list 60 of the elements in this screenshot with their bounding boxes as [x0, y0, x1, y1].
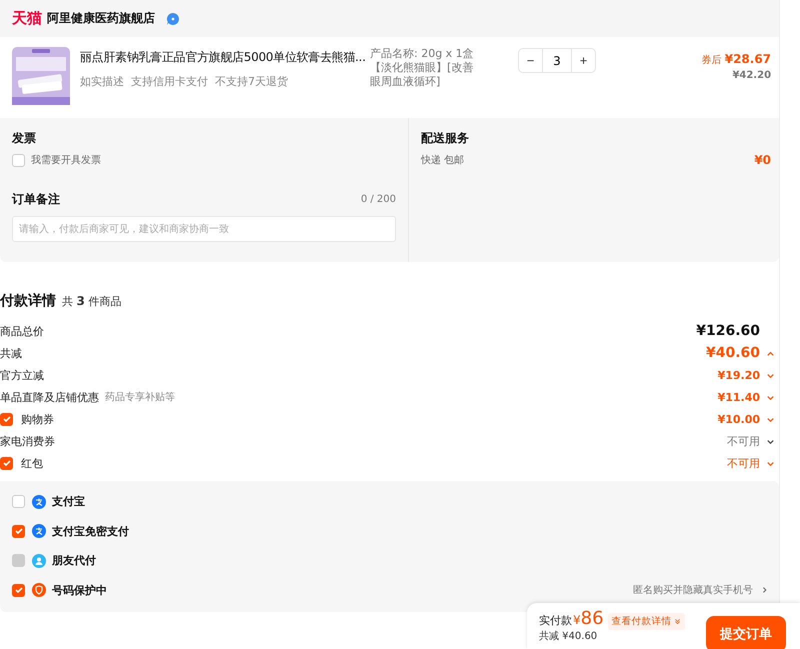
store-name[interactable]: 阿里健康医药旗舰店 — [47, 10, 155, 27]
section-title: 发票 — [12, 130, 37, 147]
check-icon — [14, 585, 24, 596]
person-icon — [32, 554, 46, 568]
alipay-icon — [32, 524, 46, 538]
row-note: 药品专享补贴等 — [105, 390, 175, 404]
checkbox[interactable] — [12, 524, 25, 538]
row-value: ¥11.40 — [718, 390, 760, 404]
row-label: 家电消费券 — [0, 434, 55, 448]
chevron-down-icon — [674, 618, 681, 625]
item-count: 共 3 件商品 — [62, 294, 122, 309]
currency-sign: ¥ — [573, 612, 581, 629]
checkbox-label: 我需要开具发票 — [31, 154, 101, 167]
row-value: ¥19.20 — [718, 368, 760, 382]
row-value: ¥126.60 — [696, 323, 760, 339]
coupon-label: 券后 — [702, 54, 722, 67]
option-hint: 匿名购买并隐藏真实手机号 — [633, 584, 754, 598]
total-amount: 86 — [580, 607, 604, 631]
saved-amount: 共减 ¥40.60 — [539, 631, 598, 643]
chat-bubble-icon[interactable] — [166, 12, 180, 26]
row-label: 共减 — [0, 346, 22, 360]
section-title: 订单备注 — [12, 191, 60, 208]
payment-option-label: 支付宝 — [52, 494, 85, 510]
checkbox[interactable] — [0, 456, 13, 470]
service-tag: 支持信用卡支付 — [131, 74, 208, 89]
original-price: ¥42.20 — [732, 70, 772, 81]
row-label: 购物券 — [21, 412, 54, 426]
check-icon — [2, 414, 12, 424]
delivery-fee: ¥0 — [754, 153, 772, 167]
payment-option-label: 朋友代付 — [52, 553, 96, 568]
payment-option-label: 号码保护中 — [52, 582, 107, 598]
product-title[interactable]: 丽点肝素钠乳膏正品官方旗舰店5000单位软膏去熊猫... — [80, 49, 370, 66]
row-value: ¥40.60 — [706, 345, 760, 361]
row-value: ¥10.00 — [718, 412, 760, 426]
row-value: 不可用 — [727, 456, 760, 470]
alipay-icon — [32, 494, 46, 509]
checkbox[interactable] — [12, 495, 25, 508]
product-spec: 产品名称: 20g x 1盒【淡化熊猫眼】[改善眼周血液循环] — [370, 47, 475, 89]
note-input-field[interactable]: 请输入，付款后商家可见，建议和商家协商一致 — [12, 216, 396, 242]
check-icon — [14, 526, 24, 536]
shield-phone-icon — [32, 583, 46, 598]
row-label: 官方立减 — [0, 368, 44, 382]
row-label: 单品直降及店铺优惠 — [0, 390, 99, 404]
checkbox[interactable] — [0, 412, 13, 426]
coupon-price: ¥28.67 — [724, 52, 772, 66]
row-label: 商品总价 — [0, 324, 44, 338]
row-label: 红包 — [21, 456, 43, 470]
row-value: 不可用 — [727, 434, 760, 448]
chevron-right-icon[interactable] — [761, 586, 770, 594]
delivery-method: 快递 包邮 — [421, 154, 464, 167]
service-tag: 不支持7天退货 — [215, 74, 288, 89]
service-tag: 如实描述 — [80, 74, 124, 89]
total-label: 实付款 — [539, 613, 572, 629]
character-counter: 0 / 200 — [360, 194, 396, 205]
checkbox[interactable] — [12, 584, 25, 597]
check-icon — [2, 458, 12, 468]
section-title: 配送服务 — [421, 130, 470, 147]
brand-logo: 天猫 — [12, 9, 42, 28]
checkbox[interactable] — [12, 154, 25, 166]
payment-option-label: 支付宝免密支付 — [52, 524, 129, 539]
